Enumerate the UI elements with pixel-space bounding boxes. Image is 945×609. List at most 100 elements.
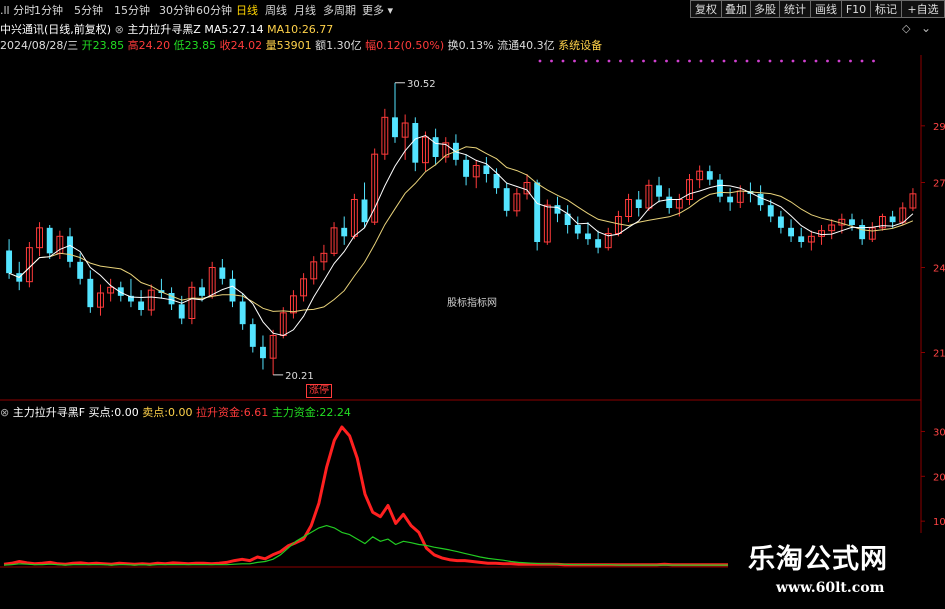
signal-dot bbox=[573, 59, 576, 63]
sub-settings-gear-icon[interactable]: ⊗ bbox=[0, 406, 9, 419]
candle-body bbox=[463, 159, 470, 177]
signal-dot bbox=[676, 59, 680, 63]
signal-dot bbox=[607, 59, 611, 63]
candle-body bbox=[717, 179, 723, 197]
candle-body bbox=[392, 117, 398, 138]
candle-body bbox=[656, 185, 662, 197]
candle-body bbox=[138, 301, 145, 310]
signal-dot bbox=[837, 59, 841, 63]
signal-dot bbox=[550, 59, 553, 63]
candle-body bbox=[87, 278, 94, 308]
signal-dot bbox=[745, 59, 749, 63]
signal-dot bbox=[791, 59, 795, 63]
ma10-line bbox=[8, 146, 914, 313]
candle-body bbox=[574, 225, 581, 234]
low-marker-label: 20.21 bbox=[285, 371, 314, 382]
candle-body bbox=[706, 171, 713, 180]
candle-body bbox=[595, 239, 602, 248]
candle-body bbox=[757, 193, 764, 206]
candle-body bbox=[46, 227, 53, 254]
price-tick-label: 27 bbox=[933, 179, 945, 190]
signal-dots bbox=[538, 59, 875, 63]
candle-body bbox=[666, 196, 673, 208]
signal-dot bbox=[757, 59, 760, 63]
candle-body bbox=[798, 236, 805, 242]
candle-body bbox=[788, 227, 795, 237]
buy-label: 买点: bbox=[88, 406, 115, 419]
main-funds-label: 主力资金: bbox=[271, 406, 320, 419]
candle-body bbox=[534, 182, 541, 242]
signal-dot bbox=[849, 59, 852, 63]
signal-dot bbox=[780, 59, 783, 63]
signal-dot bbox=[814, 59, 818, 63]
brand-watermark: 乐淘公式网 www.60lt.com bbox=[728, 533, 945, 609]
signal-dot bbox=[803, 59, 806, 63]
sub-tick-label: 10 bbox=[933, 517, 945, 528]
pull-funds-value: 6.61 bbox=[243, 406, 269, 419]
pull-funds-label: 拉升资金: bbox=[195, 406, 244, 419]
candle-body bbox=[767, 205, 774, 217]
candle-body bbox=[493, 174, 500, 189]
signal-dot bbox=[734, 59, 737, 63]
signal-dot bbox=[596, 59, 599, 63]
signal-dot bbox=[584, 59, 588, 63]
candle-body bbox=[635, 199, 642, 208]
candle-body bbox=[889, 216, 896, 223]
candle-body bbox=[361, 199, 368, 223]
candlestick-series bbox=[6, 82, 917, 375]
candle-body bbox=[239, 301, 246, 325]
sub-chart-header: ⊗ 主力拉升寻黑F 买点:0.00 卖点:0.00 拉升资金:6.61 主力资金… bbox=[0, 404, 351, 420]
brand-url: www.60lt.com bbox=[776, 580, 885, 596]
candle-body bbox=[412, 123, 419, 163]
sell-label: 卖点: bbox=[142, 406, 168, 419]
candle-body bbox=[432, 137, 439, 157]
signal-dot bbox=[860, 59, 864, 63]
candle-body bbox=[199, 287, 205, 296]
signal-dot bbox=[872, 59, 875, 63]
signal-dot bbox=[699, 59, 703, 63]
candle-body bbox=[67, 236, 73, 262]
price-axis-ticks: 29 27 24 21 bbox=[921, 122, 945, 360]
candle-body bbox=[849, 219, 855, 225]
candle-body bbox=[260, 346, 266, 359]
candle-body bbox=[249, 324, 256, 347]
candle-body bbox=[503, 188, 510, 211]
signal-dot bbox=[711, 59, 714, 63]
signal-dot bbox=[768, 59, 772, 63]
signal-dot bbox=[642, 59, 645, 63]
sub-tick-label: 20 bbox=[933, 472, 945, 483]
sub-indicator-name[interactable]: 主力拉升寻黑F bbox=[13, 406, 85, 419]
signal-dot bbox=[538, 59, 542, 63]
signal-dot bbox=[826, 59, 829, 63]
chart-frame bbox=[0, 55, 922, 568]
signal-dot bbox=[688, 59, 691, 63]
main-funds-value: 22.24 bbox=[319, 406, 351, 419]
candle-body bbox=[6, 250, 13, 274]
signal-dot bbox=[561, 59, 565, 63]
sell-value: 0.00 bbox=[167, 406, 193, 419]
signal-dot bbox=[722, 59, 726, 63]
center-watermark: 股标指标网 bbox=[447, 298, 497, 309]
candle-body bbox=[859, 225, 866, 240]
candle-body bbox=[219, 267, 226, 279]
sub-tick-label: 30 bbox=[933, 427, 945, 438]
candle-body bbox=[178, 304, 185, 319]
candle-body bbox=[341, 227, 348, 237]
candle-body bbox=[554, 205, 561, 214]
signal-dot bbox=[665, 59, 668, 63]
price-tick-label: 29 bbox=[933, 122, 945, 133]
signal-dot bbox=[619, 59, 622, 63]
candle-body bbox=[483, 165, 490, 174]
signal-dot bbox=[653, 59, 657, 63]
candle-body bbox=[77, 261, 84, 279]
high-marker-label: 30.52 bbox=[407, 79, 436, 90]
candle-body bbox=[229, 278, 236, 302]
candle-body bbox=[777, 216, 784, 228]
candle-body bbox=[727, 196, 734, 203]
price-tick-label: 24 bbox=[933, 264, 945, 275]
signal-dot bbox=[630, 59, 634, 63]
price-tick-label: 21 bbox=[933, 349, 945, 360]
candle-body bbox=[584, 233, 591, 240]
limit-up-tag[interactable]: 涨停 bbox=[306, 384, 332, 398]
brand-name: 乐淘公式网 bbox=[748, 544, 888, 575]
